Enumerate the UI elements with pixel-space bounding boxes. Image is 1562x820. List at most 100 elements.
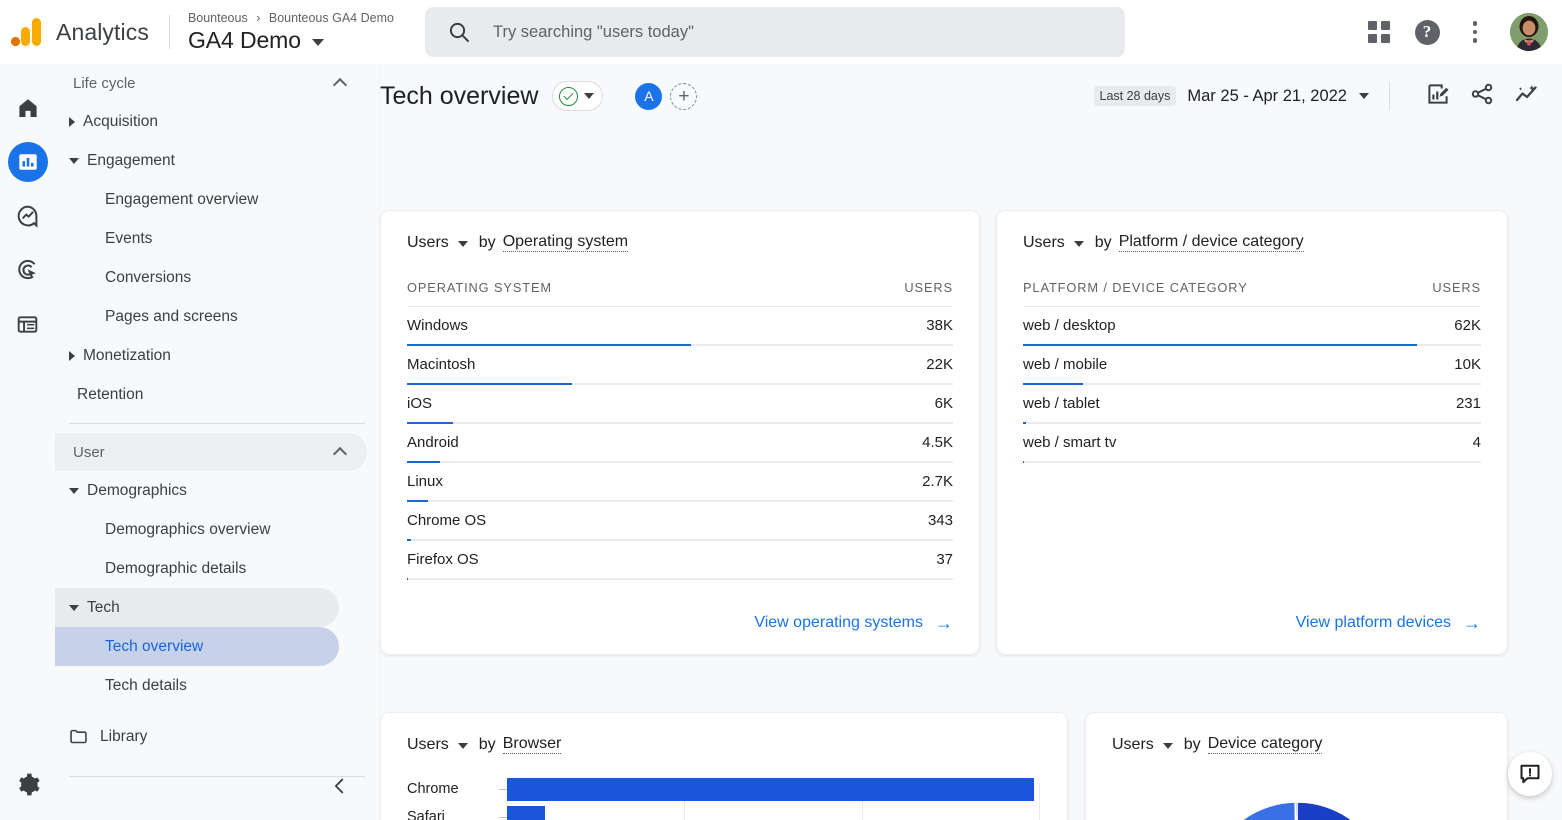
metric-selector[interactable]: Users bbox=[1023, 234, 1065, 252]
share-button[interactable] bbox=[1470, 82, 1494, 111]
customize-report-button[interactable] bbox=[1426, 82, 1450, 111]
sidebar-item-demographics[interactable]: Demographics bbox=[55, 471, 339, 510]
rail-item-explore[interactable] bbox=[8, 196, 48, 236]
row-label: Chrome OS bbox=[407, 512, 487, 529]
card-header: Users by Browser bbox=[381, 713, 1067, 754]
date-range-picker[interactable]: Mar 25 - Apr 21, 2022 bbox=[1187, 87, 1347, 106]
card-header: Users by Operating system bbox=[381, 211, 979, 252]
avatar-image bbox=[1510, 13, 1548, 51]
more-options-button[interactable] bbox=[1462, 19, 1488, 45]
row-label: iOS bbox=[407, 395, 433, 412]
dimension-selector[interactable]: Device category bbox=[1207, 735, 1323, 754]
chevron-right-icon bbox=[69, 116, 75, 127]
search-bar[interactable] bbox=[425, 7, 1125, 57]
reports-bar-chart-icon bbox=[18, 154, 37, 170]
chevron-down-icon bbox=[69, 487, 79, 494]
sidebar-item-engagement-overview[interactable]: Engagement overview bbox=[55, 180, 339, 219]
rail-item-configure[interactable] bbox=[8, 304, 48, 344]
by-label: by bbox=[1094, 233, 1112, 251]
property-name: GA4 Demo bbox=[187, 26, 301, 53]
comparison-chip[interactable]: A bbox=[635, 82, 663, 110]
table-row[interactable]: web / mobile 10K bbox=[1023, 346, 1481, 385]
sidebar-item-demographics-overview[interactable]: Demographics overview bbox=[55, 510, 339, 549]
row-value: 343 bbox=[927, 512, 953, 529]
chart-bar[interactable] bbox=[507, 805, 545, 820]
insights-button[interactable] bbox=[1514, 81, 1540, 112]
sidebar-item-demographic-details[interactable]: Demographic details bbox=[55, 549, 339, 588]
nav-section-life-cycle[interactable]: Life cycle bbox=[55, 64, 367, 102]
table-row[interactable]: Firefox OS 37 bbox=[407, 541, 953, 580]
property-selector[interactable]: GA4 Demo bbox=[188, 27, 394, 54]
date-preset-badge: Last 28 days bbox=[1093, 86, 1177, 106]
donut-segment[interactable] bbox=[1294, 801, 1298, 820]
metric-selector[interactable]: Users bbox=[1112, 736, 1154, 754]
dimension-selector[interactable]: Operating system bbox=[502, 233, 629, 252]
view-operating-systems-link[interactable]: View operating systems → bbox=[754, 614, 953, 632]
table-row[interactable]: Macintosh 22K bbox=[407, 346, 953, 385]
sidebar-item-monetization[interactable]: Monetization bbox=[55, 336, 339, 375]
table-row-content: Android 4.5K bbox=[407, 434, 953, 461]
table-row[interactable]: web / tablet 231 bbox=[1023, 385, 1481, 424]
nav-section-user[interactable]: User bbox=[55, 433, 367, 471]
sidebar-item-acquisition[interactable]: Acquisition bbox=[55, 102, 339, 141]
donut-segment[interactable] bbox=[1226, 801, 1297, 820]
chart-bar-row[interactable]: Safari bbox=[407, 803, 1051, 820]
sidebar-item-conversions[interactable]: Conversions bbox=[55, 258, 339, 297]
dimension-selector[interactable]: Browser bbox=[502, 735, 562, 754]
metric-selector[interactable]: Users bbox=[407, 736, 449, 754]
collapse-menu-button[interactable] bbox=[329, 775, 351, 802]
chart-bar[interactable] bbox=[507, 777, 1034, 801]
table-row[interactable]: web / smart tv 4 bbox=[1023, 424, 1481, 463]
table-row-content: web / tablet 231 bbox=[1023, 395, 1481, 422]
insights-sparkline-icon bbox=[1515, 84, 1537, 101]
rail-item-admin[interactable] bbox=[15, 772, 40, 802]
row-value: 6K bbox=[934, 395, 953, 412]
by-label: by bbox=[1183, 735, 1201, 753]
row-label: Linux bbox=[407, 473, 443, 490]
sidebar-item-label: Pages and screens bbox=[105, 307, 238, 325]
chart-bar-row[interactable]: Chrome bbox=[407, 775, 1051, 803]
sidebar-item-engagement[interactable]: Engagement bbox=[55, 141, 339, 180]
table-row[interactable]: Chrome OS 343 bbox=[407, 502, 953, 541]
sidebar-item-tech-overview[interactable]: Tech overview bbox=[55, 627, 339, 666]
rail-item-home[interactable] bbox=[8, 88, 48, 128]
breadcrumb-property[interactable]: Bounteous GA4 Demo bbox=[269, 11, 394, 25]
sidebar-item-pages-and-screens[interactable]: Pages and screens bbox=[55, 297, 339, 336]
dimension-selector[interactable]: Platform / device category bbox=[1118, 233, 1304, 252]
avatar[interactable] bbox=[1510, 13, 1548, 51]
breadcrumb-account[interactable]: Bounteous bbox=[188, 11, 248, 25]
apps-grid-button[interactable] bbox=[1366, 19, 1392, 45]
add-comparison-button[interactable]: + bbox=[670, 82, 698, 110]
table-row-content: Firefox OS 37 bbox=[407, 551, 953, 578]
search-input[interactable] bbox=[493, 22, 1093, 42]
metric-selector[interactable]: Users bbox=[407, 234, 449, 252]
row-label: Android bbox=[407, 434, 459, 451]
sidebar-item-events[interactable]: Events bbox=[55, 219, 339, 258]
sidebar-item-tech-details[interactable]: Tech details bbox=[55, 666, 339, 705]
table-row[interactable]: web / desktop 62K bbox=[1023, 307, 1481, 346]
chevron-down-icon bbox=[457, 743, 468, 749]
feedback-button[interactable] bbox=[1508, 752, 1552, 796]
row-value: 10K bbox=[1454, 356, 1481, 373]
sidebar-item-library[interactable]: Library bbox=[55, 717, 339, 756]
row-bar-fill bbox=[1023, 461, 1024, 463]
sidebar-item-tech[interactable]: Tech bbox=[55, 588, 339, 627]
table-row-content: Macintosh 22K bbox=[407, 356, 953, 383]
platform-table: PLATFORM / DEVICE CATEGORY USERS web / d… bbox=[1023, 280, 1481, 463]
table-row[interactable]: Android 4.5K bbox=[407, 424, 953, 463]
sidebar-item-label: Library bbox=[100, 727, 148, 745]
card-header: Users by Platform / device category bbox=[997, 211, 1507, 252]
table-row[interactable]: Linux 2.7K bbox=[407, 463, 953, 502]
help-button[interactable]: ? bbox=[1414, 19, 1440, 45]
view-platform-devices-link[interactable]: View platform devices → bbox=[1296, 614, 1481, 632]
home-icon bbox=[18, 99, 37, 117]
device-category-donut-chart bbox=[1226, 801, 1353, 820]
rail-item-reports[interactable] bbox=[7, 142, 48, 182]
sidebar-item-retention[interactable]: Retention bbox=[55, 375, 339, 414]
table-row[interactable]: iOS 6K bbox=[407, 385, 953, 424]
rail-item-advertising[interactable] bbox=[8, 250, 48, 290]
chevron-down-icon bbox=[457, 241, 468, 247]
apps-grid-icon bbox=[1368, 21, 1390, 43]
table-row[interactable]: Windows 38K bbox=[407, 307, 953, 346]
report-status-selector[interactable] bbox=[552, 81, 604, 111]
